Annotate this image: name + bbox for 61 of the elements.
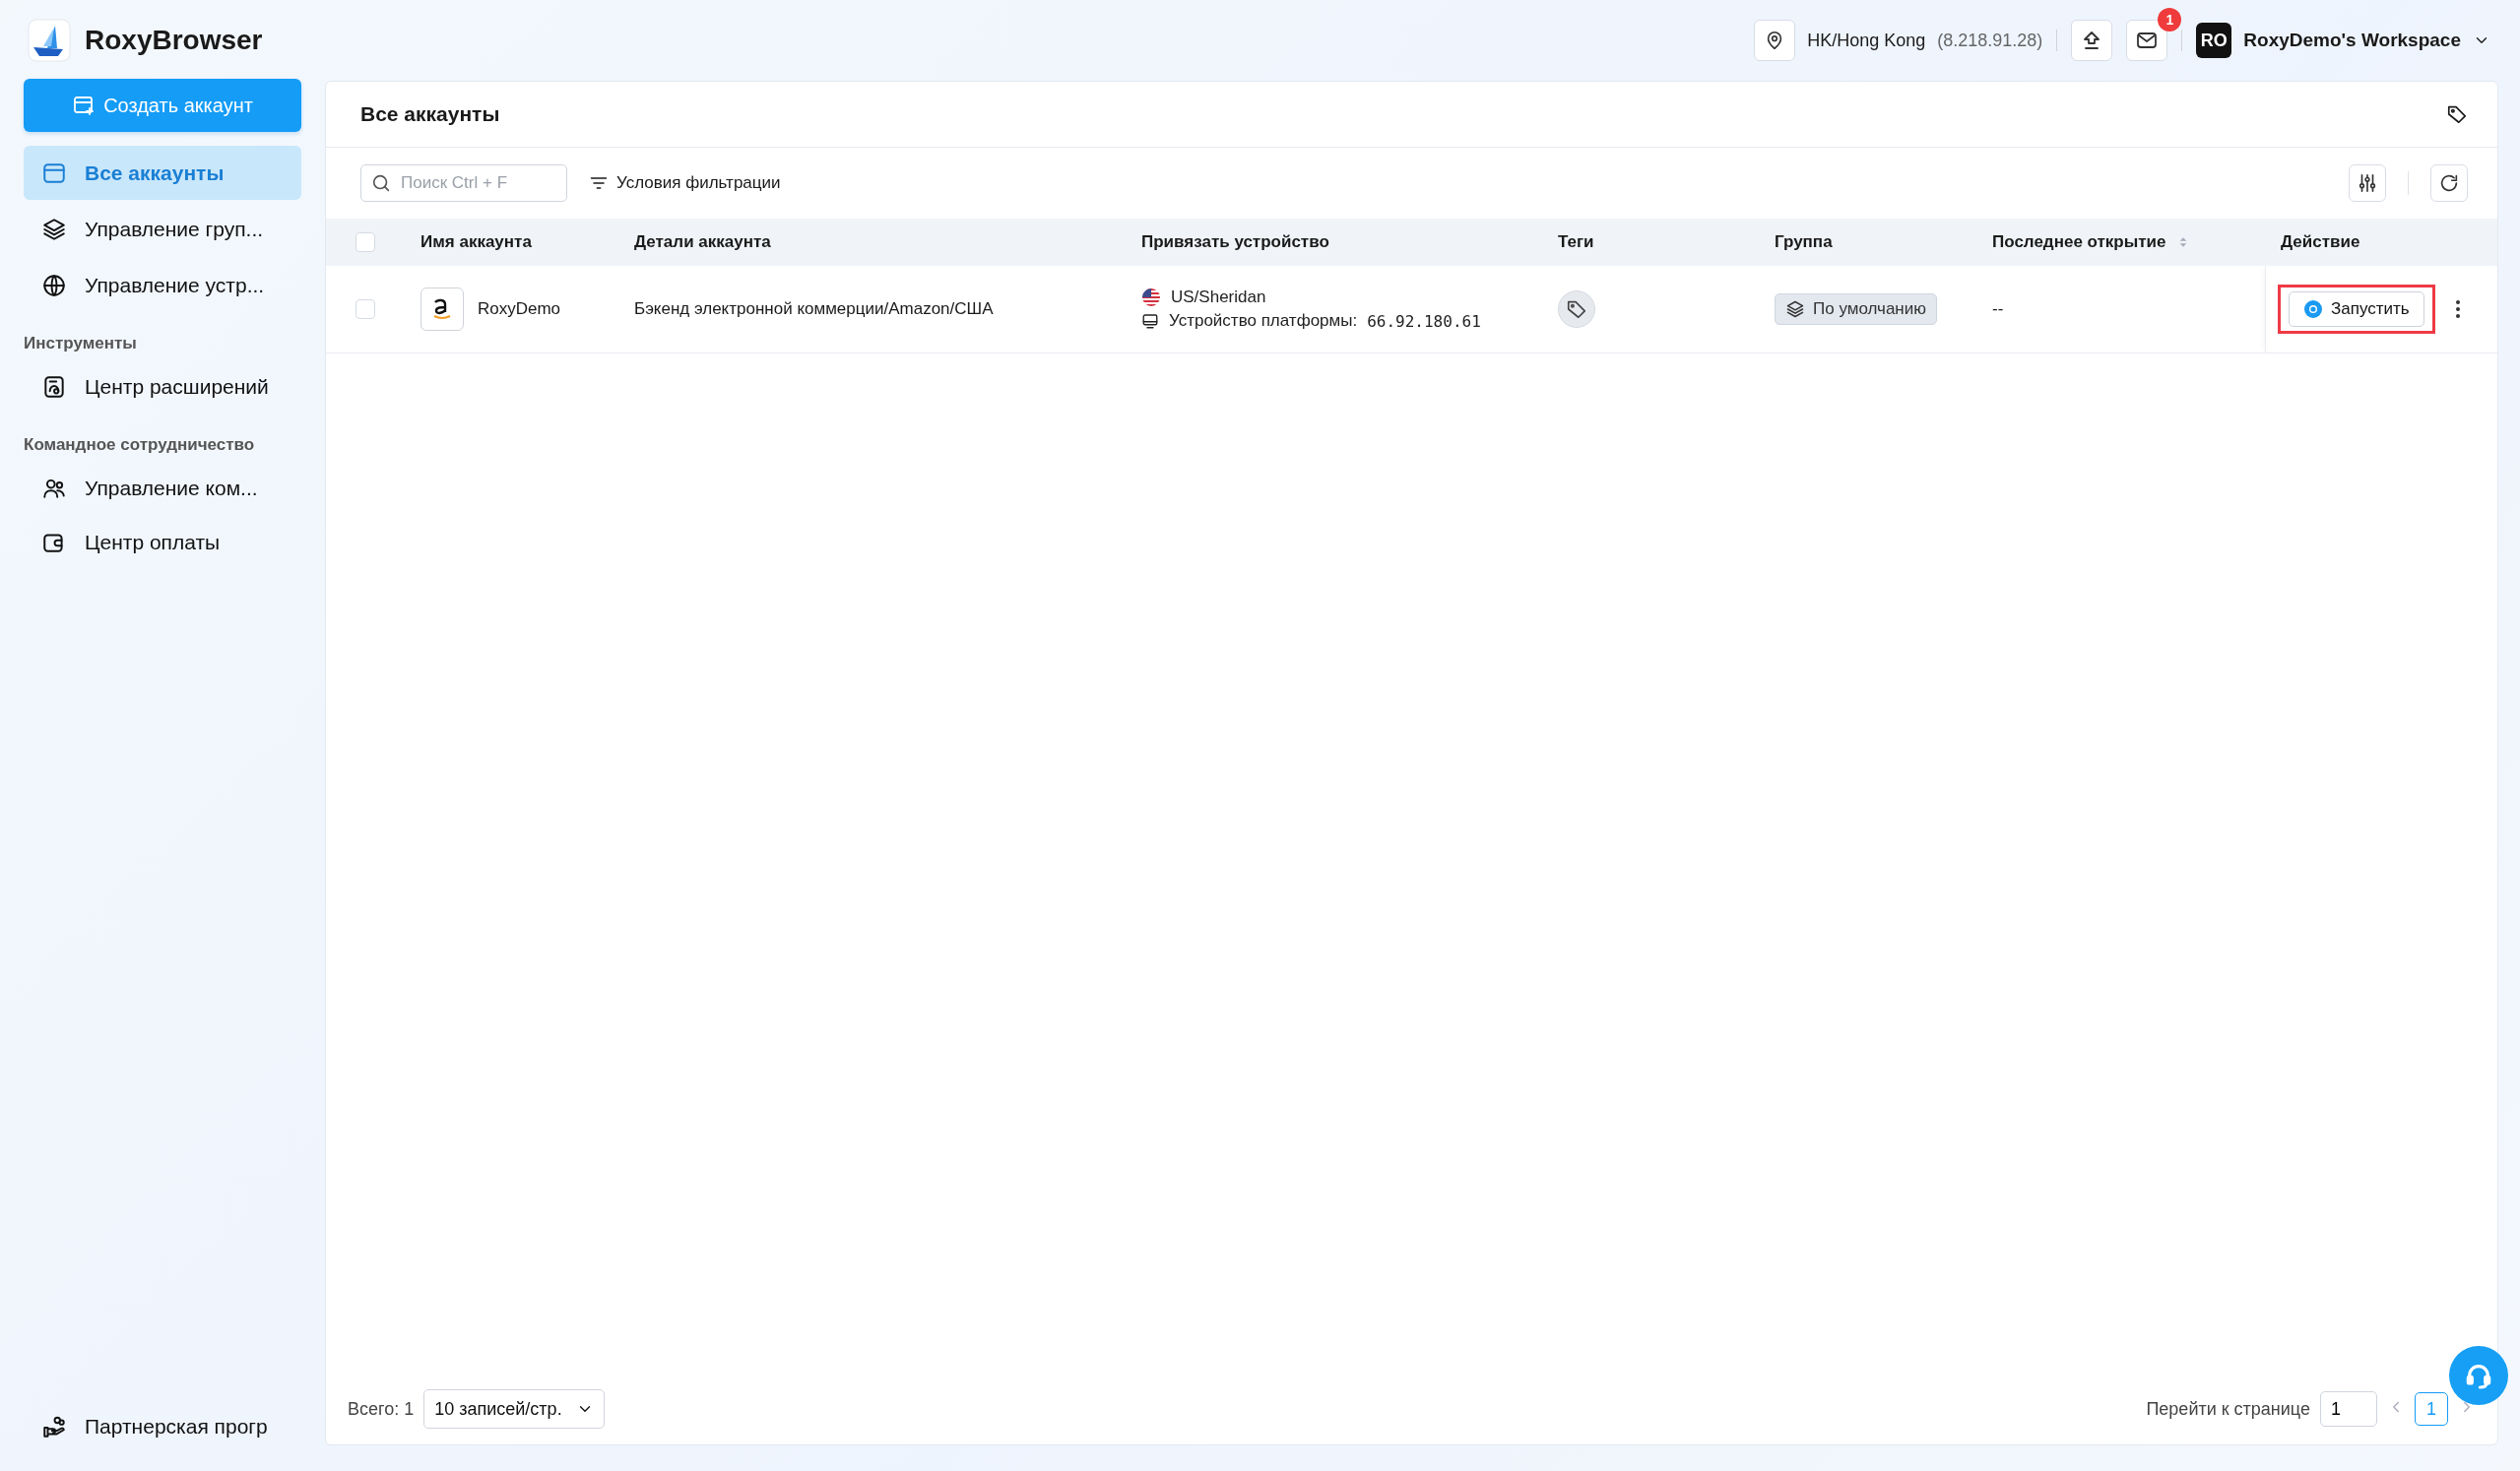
tag-icon (2446, 103, 2468, 125)
account-name: RoxyDemo (478, 299, 561, 319)
mail-button[interactable] (2126, 20, 2168, 61)
sidebar-item[interactable]: Управление устр... (24, 258, 301, 312)
goto-label: Перейти к странице (2146, 1398, 2310, 1420)
column-header: Группа (1759, 219, 1976, 266)
section-heading: Инструменты (24, 334, 138, 353)
total-count: Всего: 1 (348, 1398, 415, 1420)
column-header: Теги (1542, 219, 1759, 266)
goto-page-field[interactable]: 1 (2320, 1391, 2377, 1427)
column-header: Имя аккаунта (405, 219, 618, 266)
search-icon (370, 172, 392, 194)
location-button[interactable] (1754, 20, 1796, 61)
layers-icon (1785, 299, 1805, 319)
device-location: US/Sheridan (1171, 288, 1266, 307)
card-plus-icon (72, 94, 97, 117)
launch-button[interactable]: Запустить (2289, 291, 2424, 327)
workspace-avatar: RO (2196, 23, 2232, 58)
row-checkbox[interactable] (355, 299, 375, 319)
device-ip: 66.92.180.61 (1367, 311, 1481, 331)
column-header: Привязать устройство (1126, 219, 1542, 266)
workspace-switcher[interactable]: RO RoxyDemo's Workspace (2196, 23, 2490, 58)
notification-badge: 1 (2158, 8, 2182, 32)
group-tag: По умолчанию (1775, 293, 1937, 325)
account-details: Бэкенд электронной коммерции/Amazon/США (634, 299, 994, 319)
sidebar-item[interactable]: Центр оплаты (24, 515, 301, 569)
last-opened: -- (1992, 299, 2004, 319)
sliders-icon (2357, 172, 2378, 194)
app-name: RoxyBrowser (85, 25, 263, 56)
device-label: Устройство платформы: (1169, 311, 1358, 331)
add-tag-button[interactable] (1558, 290, 1595, 328)
column-header[interactable]: Последнее открытие (1976, 219, 2265, 266)
monitor-icon (1141, 312, 1159, 330)
panel-title: Все аккаунты (360, 102, 500, 126)
globe-icon (41, 272, 67, 298)
puzzle-board-icon (41, 373, 67, 400)
sidebar-item[interactable]: Центр расширений (24, 359, 301, 414)
sidebar-item[interactable]: Партнерская прогр (24, 1399, 301, 1453)
upload-button[interactable] (2071, 20, 2113, 61)
section-heading: Командное сотрудничество (24, 435, 256, 455)
search-field[interactable]: Поиск Ctrl + F (360, 164, 567, 202)
layers-icon (41, 216, 67, 242)
support-chat-button[interactable] (2449, 1346, 2508, 1405)
refresh-button[interactable] (2430, 164, 2468, 202)
browser-icon (2303, 299, 2323, 319)
more-icon[interactable] (2454, 298, 2461, 320)
location-text: HK/Hong Kong (1807, 30, 1926, 51)
sailboat-logo-icon (28, 19, 71, 62)
ip-address: (8.218.91.28) (1937, 30, 2043, 51)
sidebar-item[interactable]: Управление ком... (24, 461, 301, 515)
filter-button[interactable]: Условия фильтрации (589, 173, 781, 193)
sidebar-item[interactable]: Управление груп... (24, 202, 301, 256)
column-settings-button[interactable] (2349, 164, 2386, 202)
column-header: Детали аккаунта (618, 219, 1126, 266)
tag-icon (1566, 298, 1587, 320)
flag-icon (1141, 288, 1161, 307)
page-size-select[interactable]: 10 записей/стр. (423, 1389, 605, 1429)
refresh-icon (2438, 172, 2460, 194)
select-all-checkbox[interactable] (355, 232, 375, 252)
column-header: Действие (2265, 219, 2497, 266)
amazon-logo-icon (420, 288, 464, 331)
